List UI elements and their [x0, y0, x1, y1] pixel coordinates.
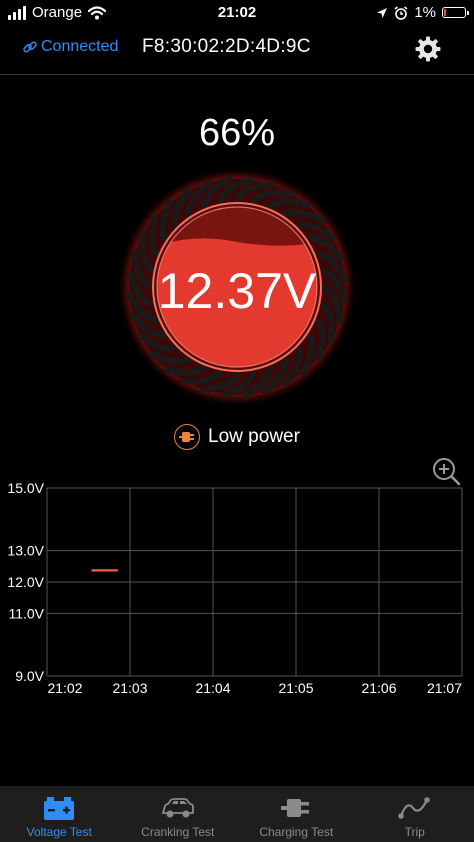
alarm-icon — [394, 5, 408, 20]
y-tick-label: 15.0V — [7, 480, 44, 496]
location-icon — [377, 7, 388, 18]
status-right: 1% — [376, 4, 469, 21]
connection-status-button[interactable]: Connected — [22, 38, 118, 56]
plug-icon — [281, 799, 310, 817]
tab-bar: Voltage Test Cranking Test Charging Test… — [0, 786, 474, 842]
battery-status-icon — [442, 7, 469, 18]
car-icon — [161, 798, 194, 818]
x-tick-label: 21:02 — [47, 680, 82, 696]
x-tick-label: 21:07 — [427, 680, 462, 696]
voltage-chart: 15.0V 13.0V 12.0V 11.0V 9.0V21:02 21:03 21:04 2… — [7, 480, 463, 696]
battery-percent: 1% — [414, 4, 436, 21]
link-icon — [23, 41, 37, 53]
tab-label: Charging Test — [259, 825, 334, 839]
power-status: Low power — [0, 424, 474, 450]
y-tick-label: 12.0V — [7, 574, 44, 590]
trip-icon — [397, 797, 430, 819]
device-address: F8:30:02:2D:4D:9C — [142, 36, 311, 57]
x-tick-label: 21:05 — [278, 680, 313, 696]
tab-cranking-test[interactable]: Cranking Test — [119, 786, 238, 842]
battery-icon — [44, 797, 75, 820]
tab-label: Trip — [404, 825, 425, 839]
y-tick-label: 13.0V — [7, 543, 44, 559]
plug-icon — [174, 424, 201, 450]
tab-charging-test[interactable]: Charging Test — [237, 786, 356, 842]
tab-voltage-test[interactable]: Voltage Test — [0, 786, 119, 842]
charge-percentage: 66% — [198, 112, 276, 154]
tab-label: Voltage Test — [26, 825, 92, 839]
connection-label: Connected — [41, 38, 119, 55]
y-tick-label: 11.0V — [8, 605, 44, 621]
tab-trip[interactable]: Trip — [356, 786, 474, 842]
tab-label: Cranking Test — [141, 825, 215, 839]
settings-gear-icon[interactable] — [415, 36, 441, 62]
voltage-reading: 12.37V — [157, 263, 317, 319]
y-tick-label: 9.0V — [15, 668, 44, 684]
x-tick-label: 21:03 — [112, 680, 147, 696]
x-tick-label: 21:04 — [195, 680, 230, 696]
status-bar: Orange 21:02 1% — [0, 0, 474, 24]
header: Connected F8:30:02:2D:4D:9C — [0, 24, 474, 75]
power-status-label: Low power — [208, 426, 300, 447]
x-tick-label: 21:06 — [361, 680, 396, 696]
